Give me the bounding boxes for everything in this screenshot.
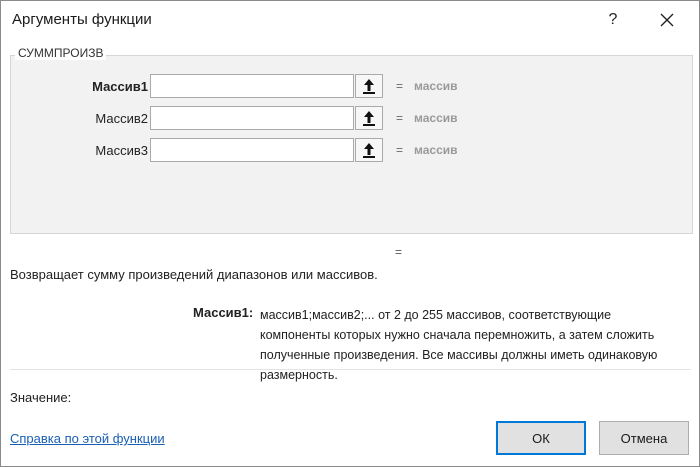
collapse-dialog-button[interactable] <box>355 106 383 130</box>
arrow-up-icon <box>363 143 375 158</box>
value-label: Значение: <box>10 390 72 405</box>
arrow-up-icon <box>363 79 375 94</box>
argument-row-3: Массив3 = массив <box>10 138 691 164</box>
formula-result-equals: = <box>395 245 403 259</box>
close-icon[interactable] <box>653 7 681 33</box>
argument-row-2: Массив2 = массив <box>10 106 691 132</box>
argument-result: массив <box>414 111 458 125</box>
ok-button[interactable]: ОК <box>496 421 586 455</box>
argument-label: Массив1 <box>92 79 148 94</box>
argument-description-name: Массив1: <box>193 305 254 320</box>
equals-sign: = <box>396 143 404 157</box>
array3-input[interactable] <box>150 138 354 162</box>
argument-result: массив <box>414 143 458 157</box>
equals-sign: = <box>396 111 404 125</box>
collapse-dialog-button[interactable] <box>355 74 383 98</box>
array1-input[interactable] <box>150 74 354 98</box>
function-name: СУММПРОИЗВ <box>15 46 107 60</box>
argument-label: Массив2 <box>95 111 148 126</box>
argument-row-1: Массив1 = массив <box>10 74 691 100</box>
function-description: Возвращает сумму произведений диапазонов… <box>10 267 378 282</box>
argument-label: Массив3 <box>95 143 148 158</box>
cancel-button[interactable]: Отмена <box>599 421 689 455</box>
title-bar[interactable]: Аргументы функции ? <box>1 1 699 39</box>
arrow-up-icon <box>363 111 375 126</box>
function-arguments-dialog: Аргументы функции ? СУММПРОИЗВ Массив1 =… <box>0 0 700 467</box>
dialog-title: Аргументы функции <box>12 11 152 28</box>
array2-input[interactable] <box>150 106 354 130</box>
help-on-function-link[interactable]: Справка по этой функции <box>10 431 165 446</box>
collapse-dialog-button[interactable] <box>355 138 383 162</box>
help-icon[interactable]: ? <box>599 7 627 33</box>
equals-sign: = <box>396 79 404 93</box>
argument-description-text: массив1;массив2;... от 2 до 255 массивов… <box>260 308 658 382</box>
divider <box>10 369 691 370</box>
argument-result: массив <box>414 79 458 93</box>
